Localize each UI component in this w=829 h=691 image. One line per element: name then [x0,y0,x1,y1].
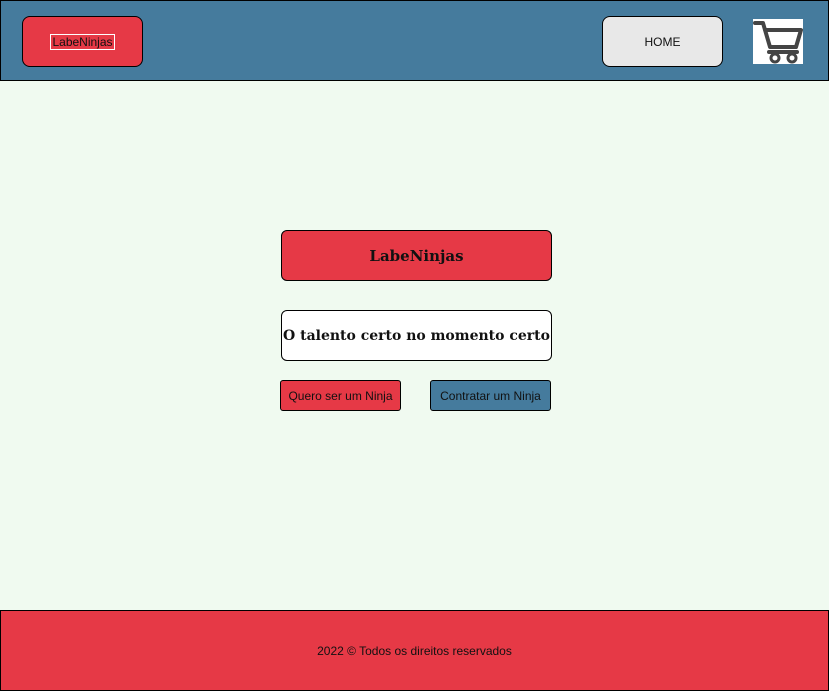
brand-title: LabeNinjas [281,230,552,281]
cart-button[interactable] [753,19,803,64]
logo-label: LabeNinjas [50,33,115,50]
hire-ninja-button[interactable]: Contratar um Ninja [430,380,551,411]
become-ninja-button[interactable]: Quero ser um Ninja [280,380,401,411]
app-footer: 2022 © Todos os direitos reservados [0,610,829,691]
shopping-cart-icon [753,21,803,64]
home-button[interactable]: HOME [602,16,723,67]
copyright-text: 2022 © Todos os direitos reservados [317,643,512,658]
logo-button[interactable]: LabeNinjas [22,16,143,67]
app-header: LabeNinjas HOME [0,0,829,81]
tagline: O talento certo no momento certo [281,310,552,361]
